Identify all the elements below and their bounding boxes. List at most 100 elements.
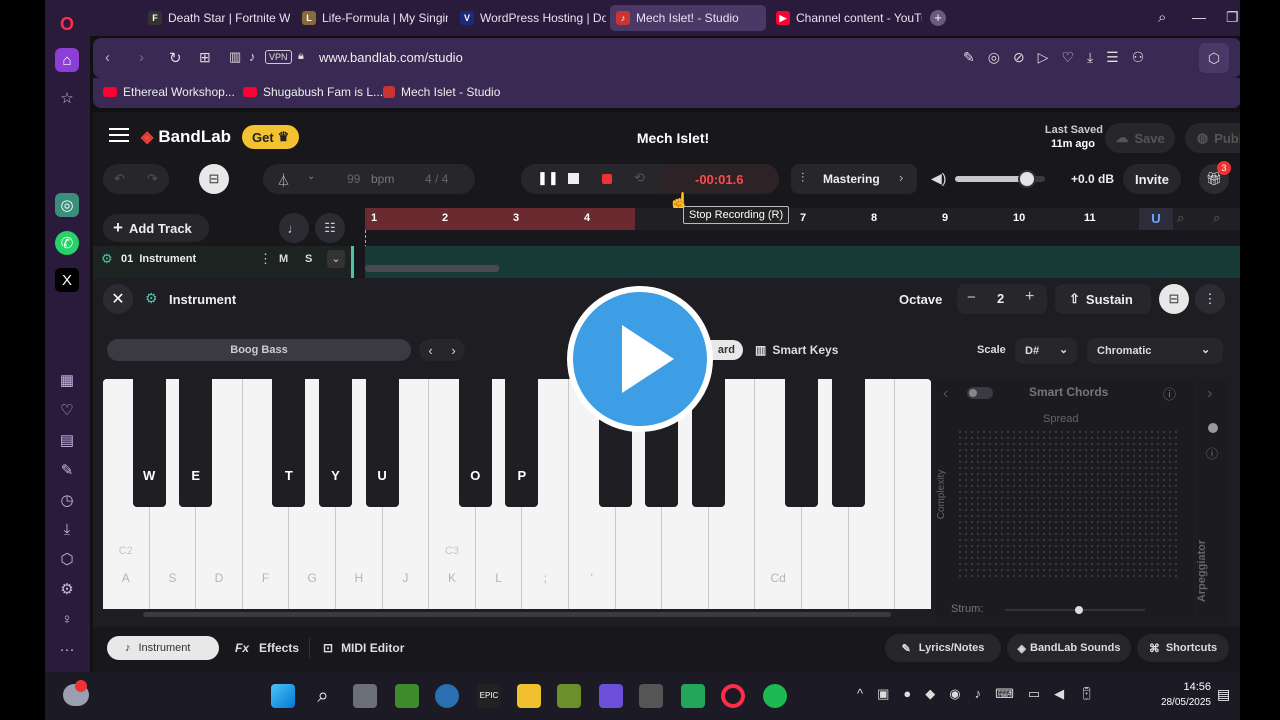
lyrics-notes-button[interactable]: ✎ Lyrics/Notes	[885, 634, 1001, 662]
back-icon[interactable]: ‹	[105, 49, 110, 66]
preset-selector[interactable]: Boog Bass	[107, 339, 411, 361]
arp-toggle[interactable]	[1208, 423, 1218, 433]
address-action-icons[interactable]: ✎◎⊘▷♡⤓☰⚇	[963, 49, 1157, 66]
tab-death-star[interactable]: F Death Star | Fortnite Wiki	[142, 5, 290, 31]
loop-icon[interactable]: ⟲	[634, 170, 645, 186]
new-tab-plus-icon[interactable]: +	[930, 10, 946, 26]
piano-keyboard[interactable]: A C2 S D F G H J K C3 L; ' Cd W E T Y U O P	[103, 379, 931, 609]
file-explorer-icon[interactable]	[517, 684, 541, 708]
black-key[interactable]	[785, 379, 818, 507]
add-track-button[interactable]: + Add Track	[103, 214, 209, 242]
opera-logo-icon[interactable]: O	[55, 12, 79, 36]
scale-type-dropdown[interactable]: Chromatic ⌄	[1087, 338, 1223, 364]
bookmark-mech-islet[interactable]: Mech Islet - Studio	[383, 85, 500, 99]
mute-button[interactable]: M	[279, 253, 288, 265]
workspaces-icon[interactable]: ▦	[55, 368, 79, 392]
volume-knob[interactable]	[1018, 170, 1036, 188]
zoom-out-icon[interactable]: ⌕	[1177, 210, 1184, 226]
bandlab-logo[interactable]: ◈ BandLab	[141, 127, 231, 147]
track-header[interactable]: ⚙ 01 Instrument ⋮ M S ⌄	[93, 246, 354, 278]
smart-chords-toggle[interactable]	[967, 387, 993, 399]
track-lane[interactable]	[365, 246, 1240, 278]
clock-time[interactable]: 14:56	[1161, 681, 1211, 693]
info-icon[interactable]: ⓘ	[1163, 384, 1176, 403]
arp-info-icon[interactable]: ⓘ	[1206, 445, 1218, 462]
tab-midi-editor[interactable]: ⊡ MIDI Editor	[323, 641, 404, 655]
strum-slider[interactable]	[1005, 606, 1145, 614]
chords-prev-icon[interactable]: ‹	[943, 385, 948, 403]
history-icon[interactable]: ◷	[55, 488, 79, 512]
stop-icon[interactable]	[568, 173, 579, 184]
bookmark-ethereal-workshop[interactable]: Ethereal Workshop...	[103, 85, 235, 99]
system-tray-icons[interactable]: ^▣●◆◉♪⌨▭◀︎🔋︎	[857, 686, 1109, 702]
chat-app-icon[interactable]	[681, 684, 705, 708]
invite-button[interactable]: Invite	[1123, 164, 1181, 194]
speaker-icon[interactable]: ◀︎)	[931, 170, 946, 187]
octave-plus-icon[interactable]: +	[1025, 288, 1034, 306]
tab-mech-islet-studio[interactable]: ♪ Mech Islet! - Studio	[610, 5, 766, 31]
keyboard-toggle-icon[interactable]: ⊟	[199, 164, 229, 194]
teams-icon[interactable]	[599, 684, 623, 708]
settings-gear-icon[interactable]: ⚙	[55, 577, 79, 601]
clock-date[interactable]: 28/05/2025	[1149, 697, 1211, 708]
bpm-value[interactable]: 99	[347, 172, 360, 186]
start-windows-icon[interactable]	[271, 684, 295, 708]
opera-taskbar-icon[interactable]	[721, 684, 745, 708]
metronome-icon[interactable]: ⏃	[277, 170, 290, 189]
bookmark-shugabush[interactable]: Shugabush Fam is L...	[243, 85, 383, 99]
epic-games-icon[interactable]: EPIC	[477, 684, 501, 708]
close-panel-icon[interactable]: ✕	[103, 284, 133, 314]
home-icon[interactable]: ⌂	[55, 48, 79, 72]
timeline-ruler[interactable]: 1 2 3 4 7 8 9 10 11 U ⌕ ⌕	[365, 208, 1240, 230]
volume-slider[interactable]	[955, 170, 1045, 188]
track-expand-icon[interactable]: ⌄	[327, 250, 345, 268]
chatgpt-icon[interactable]: ◎	[55, 193, 79, 217]
vpn-badge[interactable]: VPN	[265, 50, 292, 64]
sustain-button[interactable]: ⇧ Sustain	[1055, 284, 1151, 314]
taskbar-search-icon[interactable]: ⌕	[311, 684, 335, 708]
metronome-dropdown-icon[interactable]: ⌄	[307, 171, 315, 182]
track-settings-icon[interactable]: ☷	[315, 213, 345, 243]
octave-minus-icon[interactable]: −	[967, 289, 976, 306]
keyboard-mode-icon[interactable]: ⊟	[1159, 284, 1189, 314]
track-menu-icon[interactable]: ⋮	[259, 251, 272, 267]
notifications-icon[interactable]: ▤	[1217, 686, 1230, 703]
shortcuts-button[interactable]: ⌘ Shortcuts	[1137, 634, 1229, 662]
edit-icon[interactable]: ✎	[55, 458, 79, 482]
minecraft-icon[interactable]	[395, 684, 419, 708]
keyboard-scroll-track[interactable]	[103, 609, 931, 621]
black-key[interactable]: U	[365, 379, 399, 507]
reader-icon[interactable]: ▥	[229, 49, 241, 65]
bookmarks-star-icon[interactable]: ☆	[55, 86, 79, 110]
scale-key-dropdown[interactable]: D# ⌄	[1015, 338, 1077, 364]
tuner-icon[interactable]: ♩	[279, 213, 309, 243]
tab-instrument[interactable]: ♪ Instrument	[107, 636, 219, 660]
track-name[interactable]: 01 Instrument	[121, 253, 196, 265]
black-key[interactable]: T	[272, 379, 306, 507]
game-app-icon[interactable]	[557, 684, 581, 708]
mastering-button[interactable]: ⫶ Mastering ›	[791, 164, 917, 194]
tab-smart-keys[interactable]: ▥ Smart Keys	[755, 343, 838, 357]
microphone-icon[interactable]: ♪	[249, 49, 256, 64]
search-tabs-icon[interactable]: ⌕	[1158, 9, 1166, 26]
record-stop-icon[interactable]	[602, 174, 612, 184]
magnet-snap-icon[interactable]: U	[1139, 208, 1173, 230]
panel-more-icon[interactable]: ⋮	[1195, 284, 1225, 314]
video-play-button[interactable]	[567, 286, 713, 432]
black-key[interactable]: P	[505, 379, 539, 507]
arp-prev-icon[interactable]: ›	[1207, 385, 1212, 403]
app-icon[interactable]	[639, 684, 663, 708]
steam-icon[interactable]	[435, 684, 459, 708]
whatsapp-icon[interactable]: ✆	[55, 231, 79, 255]
black-key[interactable]: O	[458, 379, 492, 507]
extensions-cube-icon[interactable]: ⬡	[55, 547, 79, 571]
black-key[interactable]	[831, 379, 865, 507]
news-icon[interactable]: ▤	[55, 428, 79, 452]
minimize-icon[interactable]: —	[1192, 9, 1206, 25]
horizontal-scrollbar[interactable]	[365, 265, 499, 272]
preset-next-icon[interactable]: ›	[451, 343, 455, 358]
heart-icon[interactable]: ♡	[55, 398, 79, 422]
chord-pad-grid[interactable]	[957, 429, 1179, 579]
task-view-icon[interactable]	[353, 684, 377, 708]
black-key[interactable]: E	[179, 379, 213, 507]
